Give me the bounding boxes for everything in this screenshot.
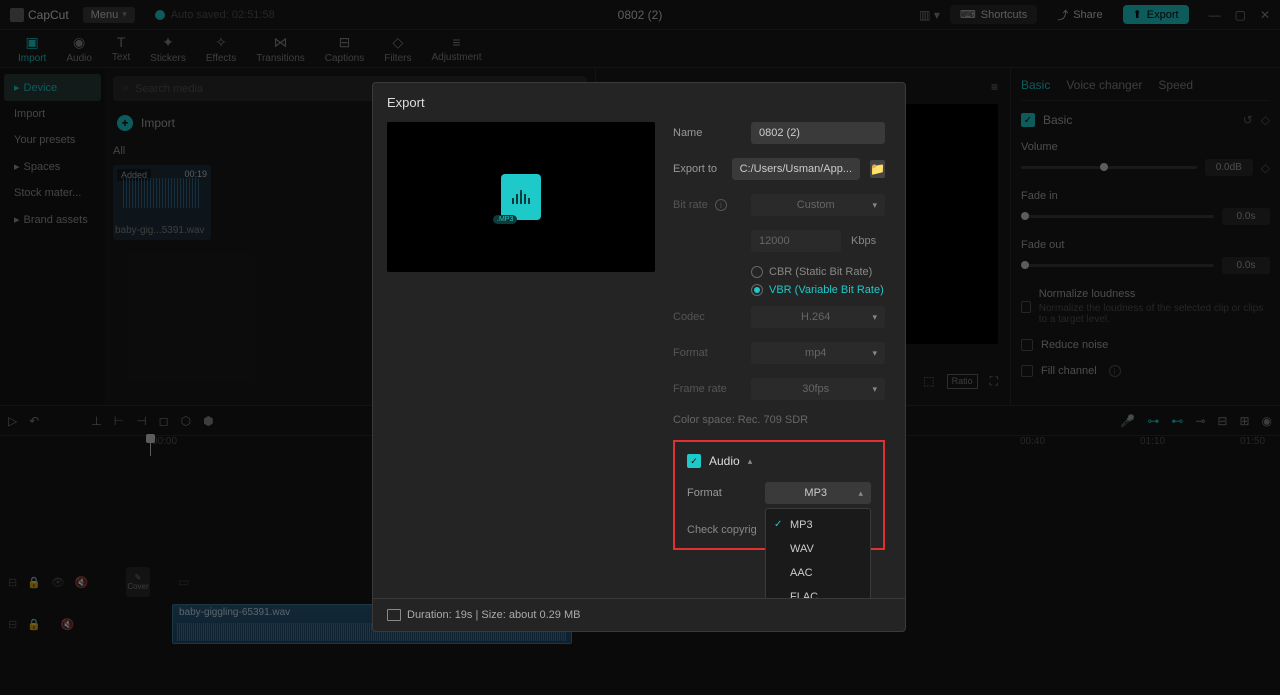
info-icon[interactable]: i	[715, 199, 727, 211]
codec-label: Codec	[673, 311, 741, 323]
vformat-label: Format	[673, 347, 741, 359]
format-option-aac[interactable]: AAC	[766, 561, 870, 585]
kbps-unit: Kbps	[851, 235, 876, 247]
colorspace-text: Color space: Rec. 709 SDR	[673, 414, 885, 426]
kbps-input[interactable]: 12000	[751, 230, 841, 252]
mp3-file-icon: .MP3	[501, 174, 541, 220]
format-option-flac[interactable]: FLAC	[766, 585, 870, 598]
format-option-mp3[interactable]: MP3	[766, 513, 870, 537]
export-preview: .MP3	[387, 122, 655, 272]
exportto-label: Export to	[673, 163, 722, 175]
bitrate-select[interactable]: Custom▾	[751, 194, 885, 216]
audio-format-label: Format	[687, 487, 755, 499]
audio-checkbox[interactable]: ✓	[687, 454, 701, 468]
vformat-select[interactable]: mp4▾	[751, 342, 885, 364]
cbr-radio[interactable]: CBR (Static Bit Rate)	[673, 266, 885, 278]
export-dialog: Export .MP3 Name 0802 (2) Export to C:/U…	[372, 82, 906, 632]
chevron-down-icon[interactable]: ▴	[748, 456, 753, 467]
audio-format-dropdown: MP3 WAV AAC FLAC	[765, 508, 871, 598]
audio-export-section: ✓ Audio ▴ Format MP3▴ MP3 WAV AAC FLAC	[673, 440, 885, 550]
bitrate-label: Bit rate i	[673, 199, 741, 212]
framerate-label: Frame rate	[673, 383, 741, 395]
name-label: Name	[673, 127, 741, 139]
codec-select[interactable]: H.264▾	[751, 306, 885, 328]
exportto-input[interactable]: C:/Users/Usman/App...	[732, 158, 860, 180]
dialog-title: Export	[373, 83, 905, 122]
audio-format-select[interactable]: MP3▴ MP3 WAV AAC FLAC	[765, 482, 871, 504]
name-input[interactable]: 0802 (2)	[751, 122, 885, 144]
clip-info-icon	[387, 609, 401, 621]
dialog-footer: Duration: 19s | Size: about 0.29 MB	[373, 598, 905, 631]
browse-folder-button[interactable]: 📁	[870, 160, 885, 178]
framerate-select[interactable]: 30fps▾	[751, 378, 885, 400]
audio-section-title: Audio	[709, 454, 740, 468]
vbr-radio[interactable]: VBR (Variable Bit Rate)	[673, 284, 885, 296]
format-option-wav[interactable]: WAV	[766, 537, 870, 561]
